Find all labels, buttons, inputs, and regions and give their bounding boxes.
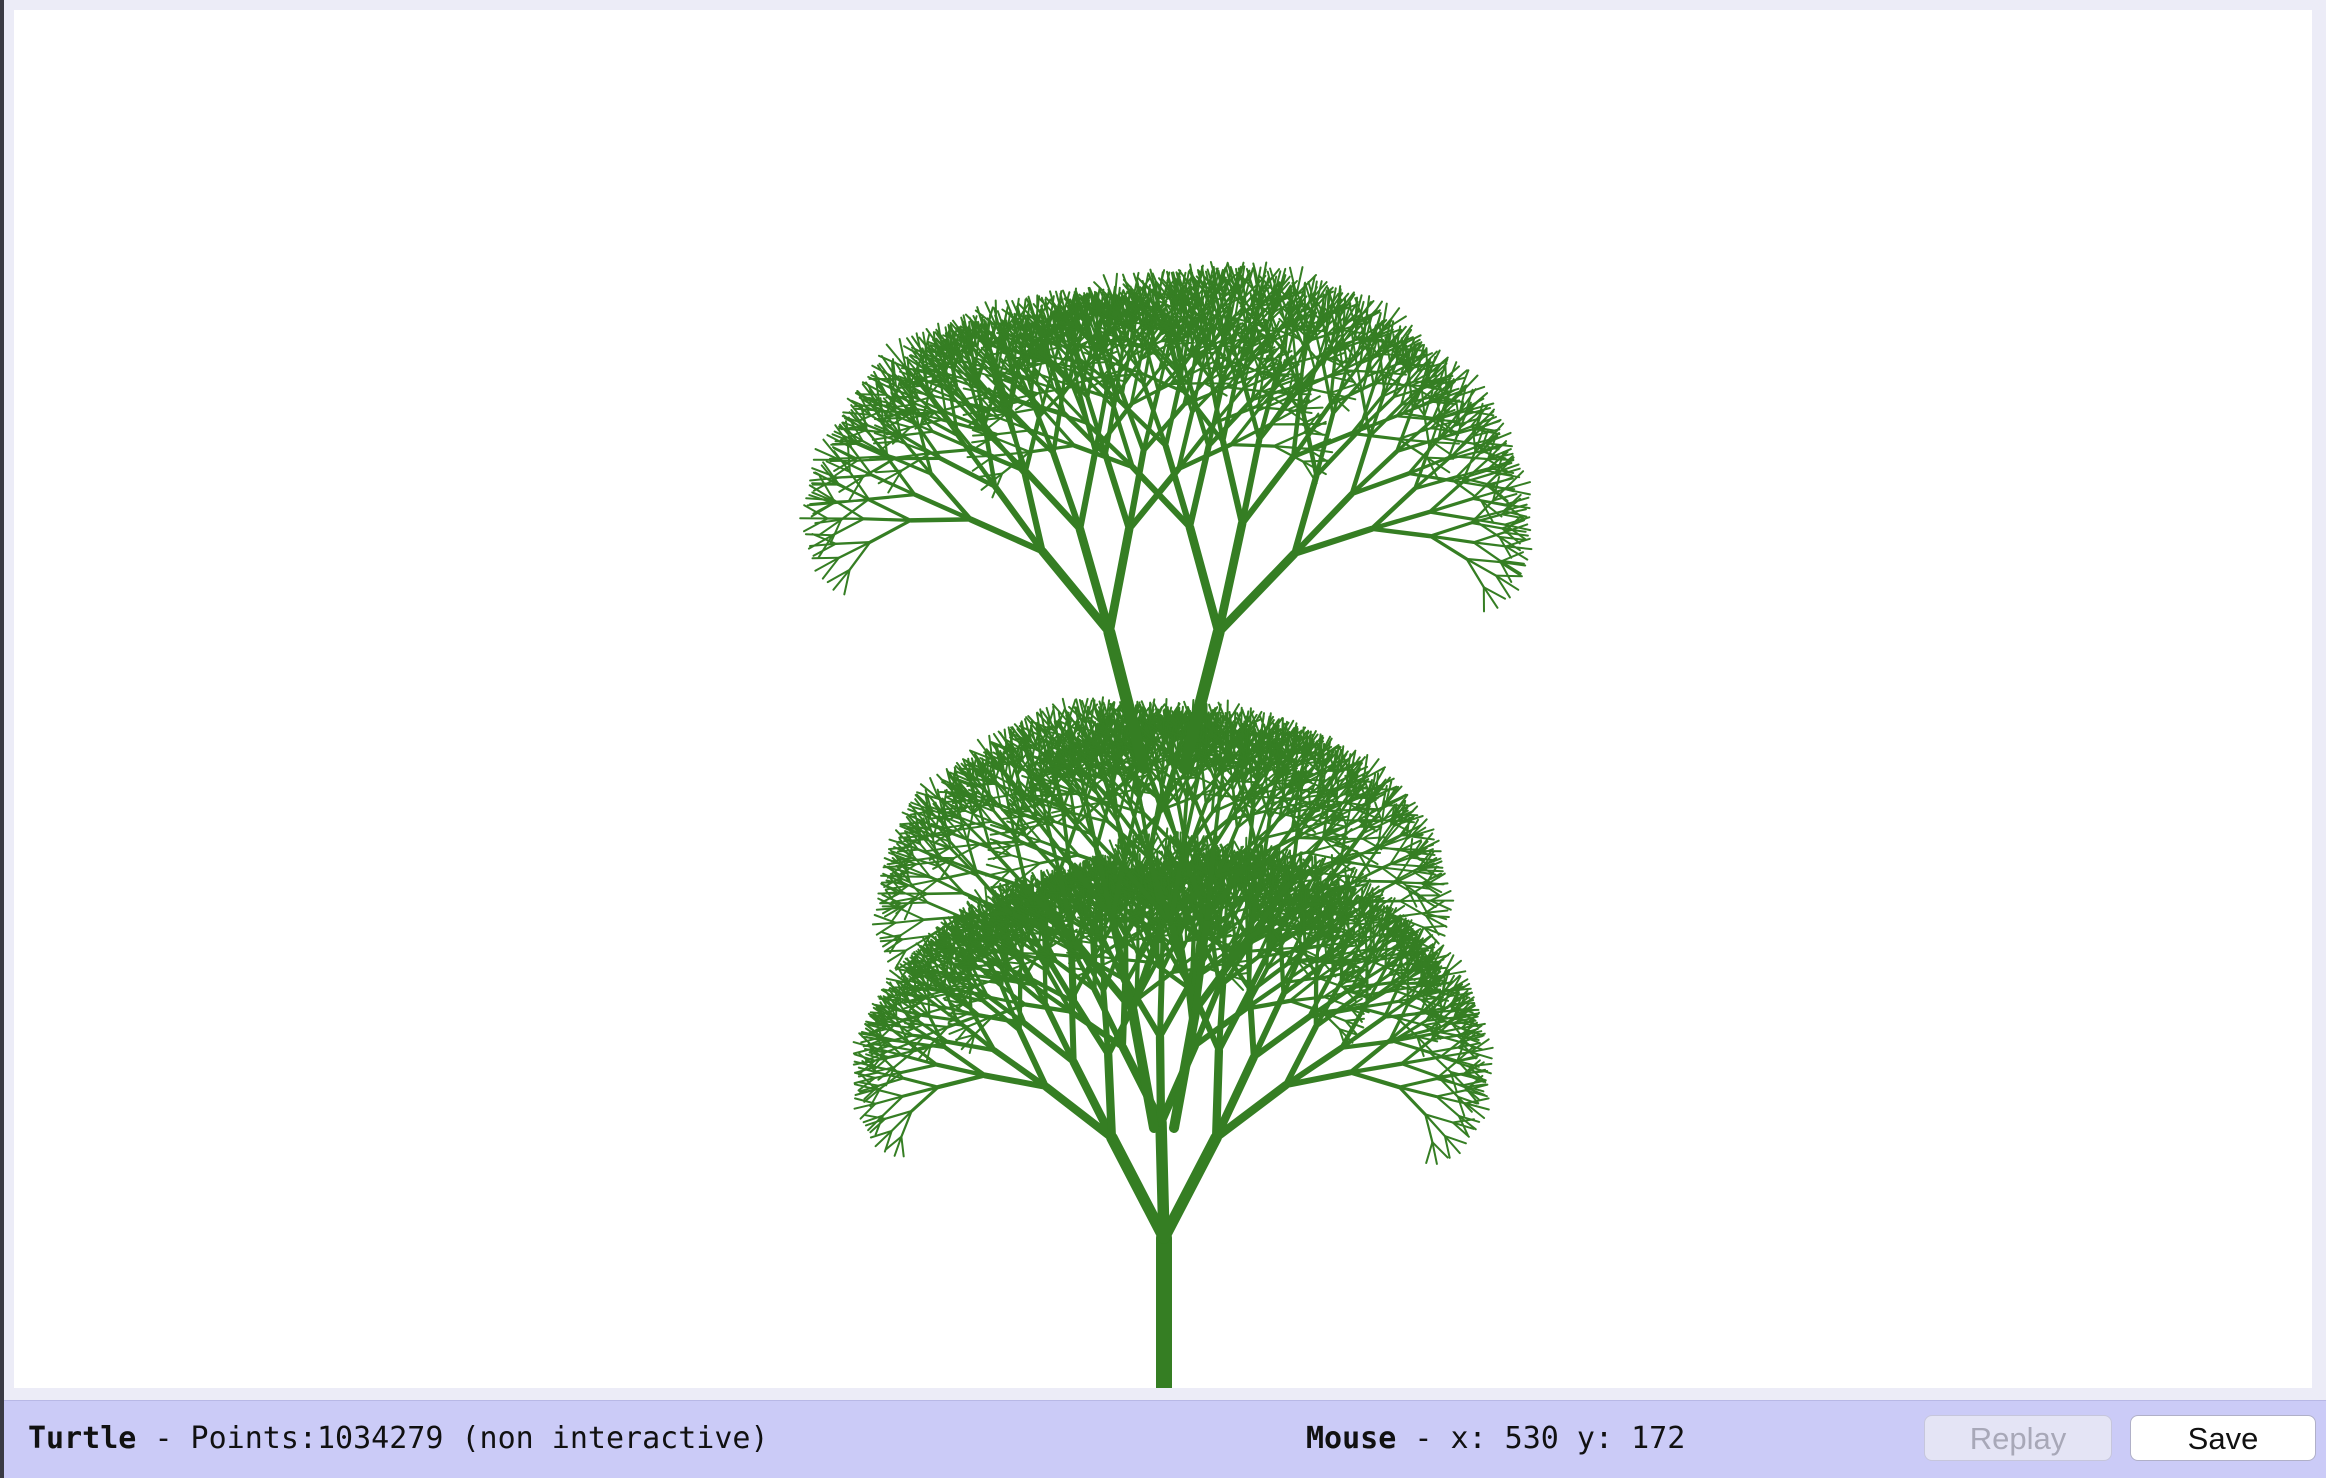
plant-segment	[1132, 921, 1158, 925]
plant-segment	[925, 891, 966, 896]
plant-segment	[884, 949, 907, 953]
plant-segment	[897, 906, 926, 921]
plant-segment	[1007, 746, 1033, 750]
plant-segment	[936, 1073, 988, 1090]
plant-segment	[1299, 912, 1303, 944]
plant-segment	[1169, 1004, 1201, 1133]
plant-segment	[1399, 1062, 1440, 1079]
drawing-canvas[interactable]	[14, 10, 2312, 1388]
plant-segment	[1104, 1050, 1117, 1142]
plant-segment	[900, 1063, 939, 1074]
plant-segment	[1232, 885, 1236, 915]
plant-segment	[1025, 938, 1055, 942]
plant-segment	[1428, 1046, 1460, 1054]
plant-segment	[1157, 966, 1165, 1040]
plant-segment	[1021, 952, 1051, 956]
plant-segment	[1286, 858, 1290, 882]
plant-segment	[899, 901, 929, 905]
plant-segment	[965, 1012, 994, 1018]
plant-segment	[1396, 921, 1399, 945]
plant-segment	[1278, 939, 1286, 997]
plant-segment	[1009, 854, 1041, 865]
plant-segment	[1246, 985, 1257, 1061]
plant-segment	[1397, 1077, 1438, 1089]
plant-segment	[901, 1076, 940, 1089]
plant-segment	[1378, 916, 1381, 941]
plant-segment	[1155, 1116, 1170, 1244]
turtle-window: Turtle - Points:1034279 (non interactive…	[0, 0, 2326, 1478]
plant-segment	[1405, 950, 1409, 976]
plant-segment	[926, 901, 963, 919]
plant-segment	[1204, 726, 1208, 758]
plant-segment	[1348, 1070, 1402, 1090]
plant-segment	[1364, 934, 1369, 967]
fractal-plant-drawing	[799, 261, 1533, 1388]
window-edge	[0, 0, 4, 1478]
plant-segment	[1158, 1131, 1222, 1244]
plant-segment	[900, 1135, 905, 1158]
plant-segment	[1155, 1032, 1166, 1127]
plant-segment	[1425, 1141, 1434, 1164]
plant-segment	[1352, 916, 1356, 941]
plant-segment	[1068, 864, 1073, 886]
